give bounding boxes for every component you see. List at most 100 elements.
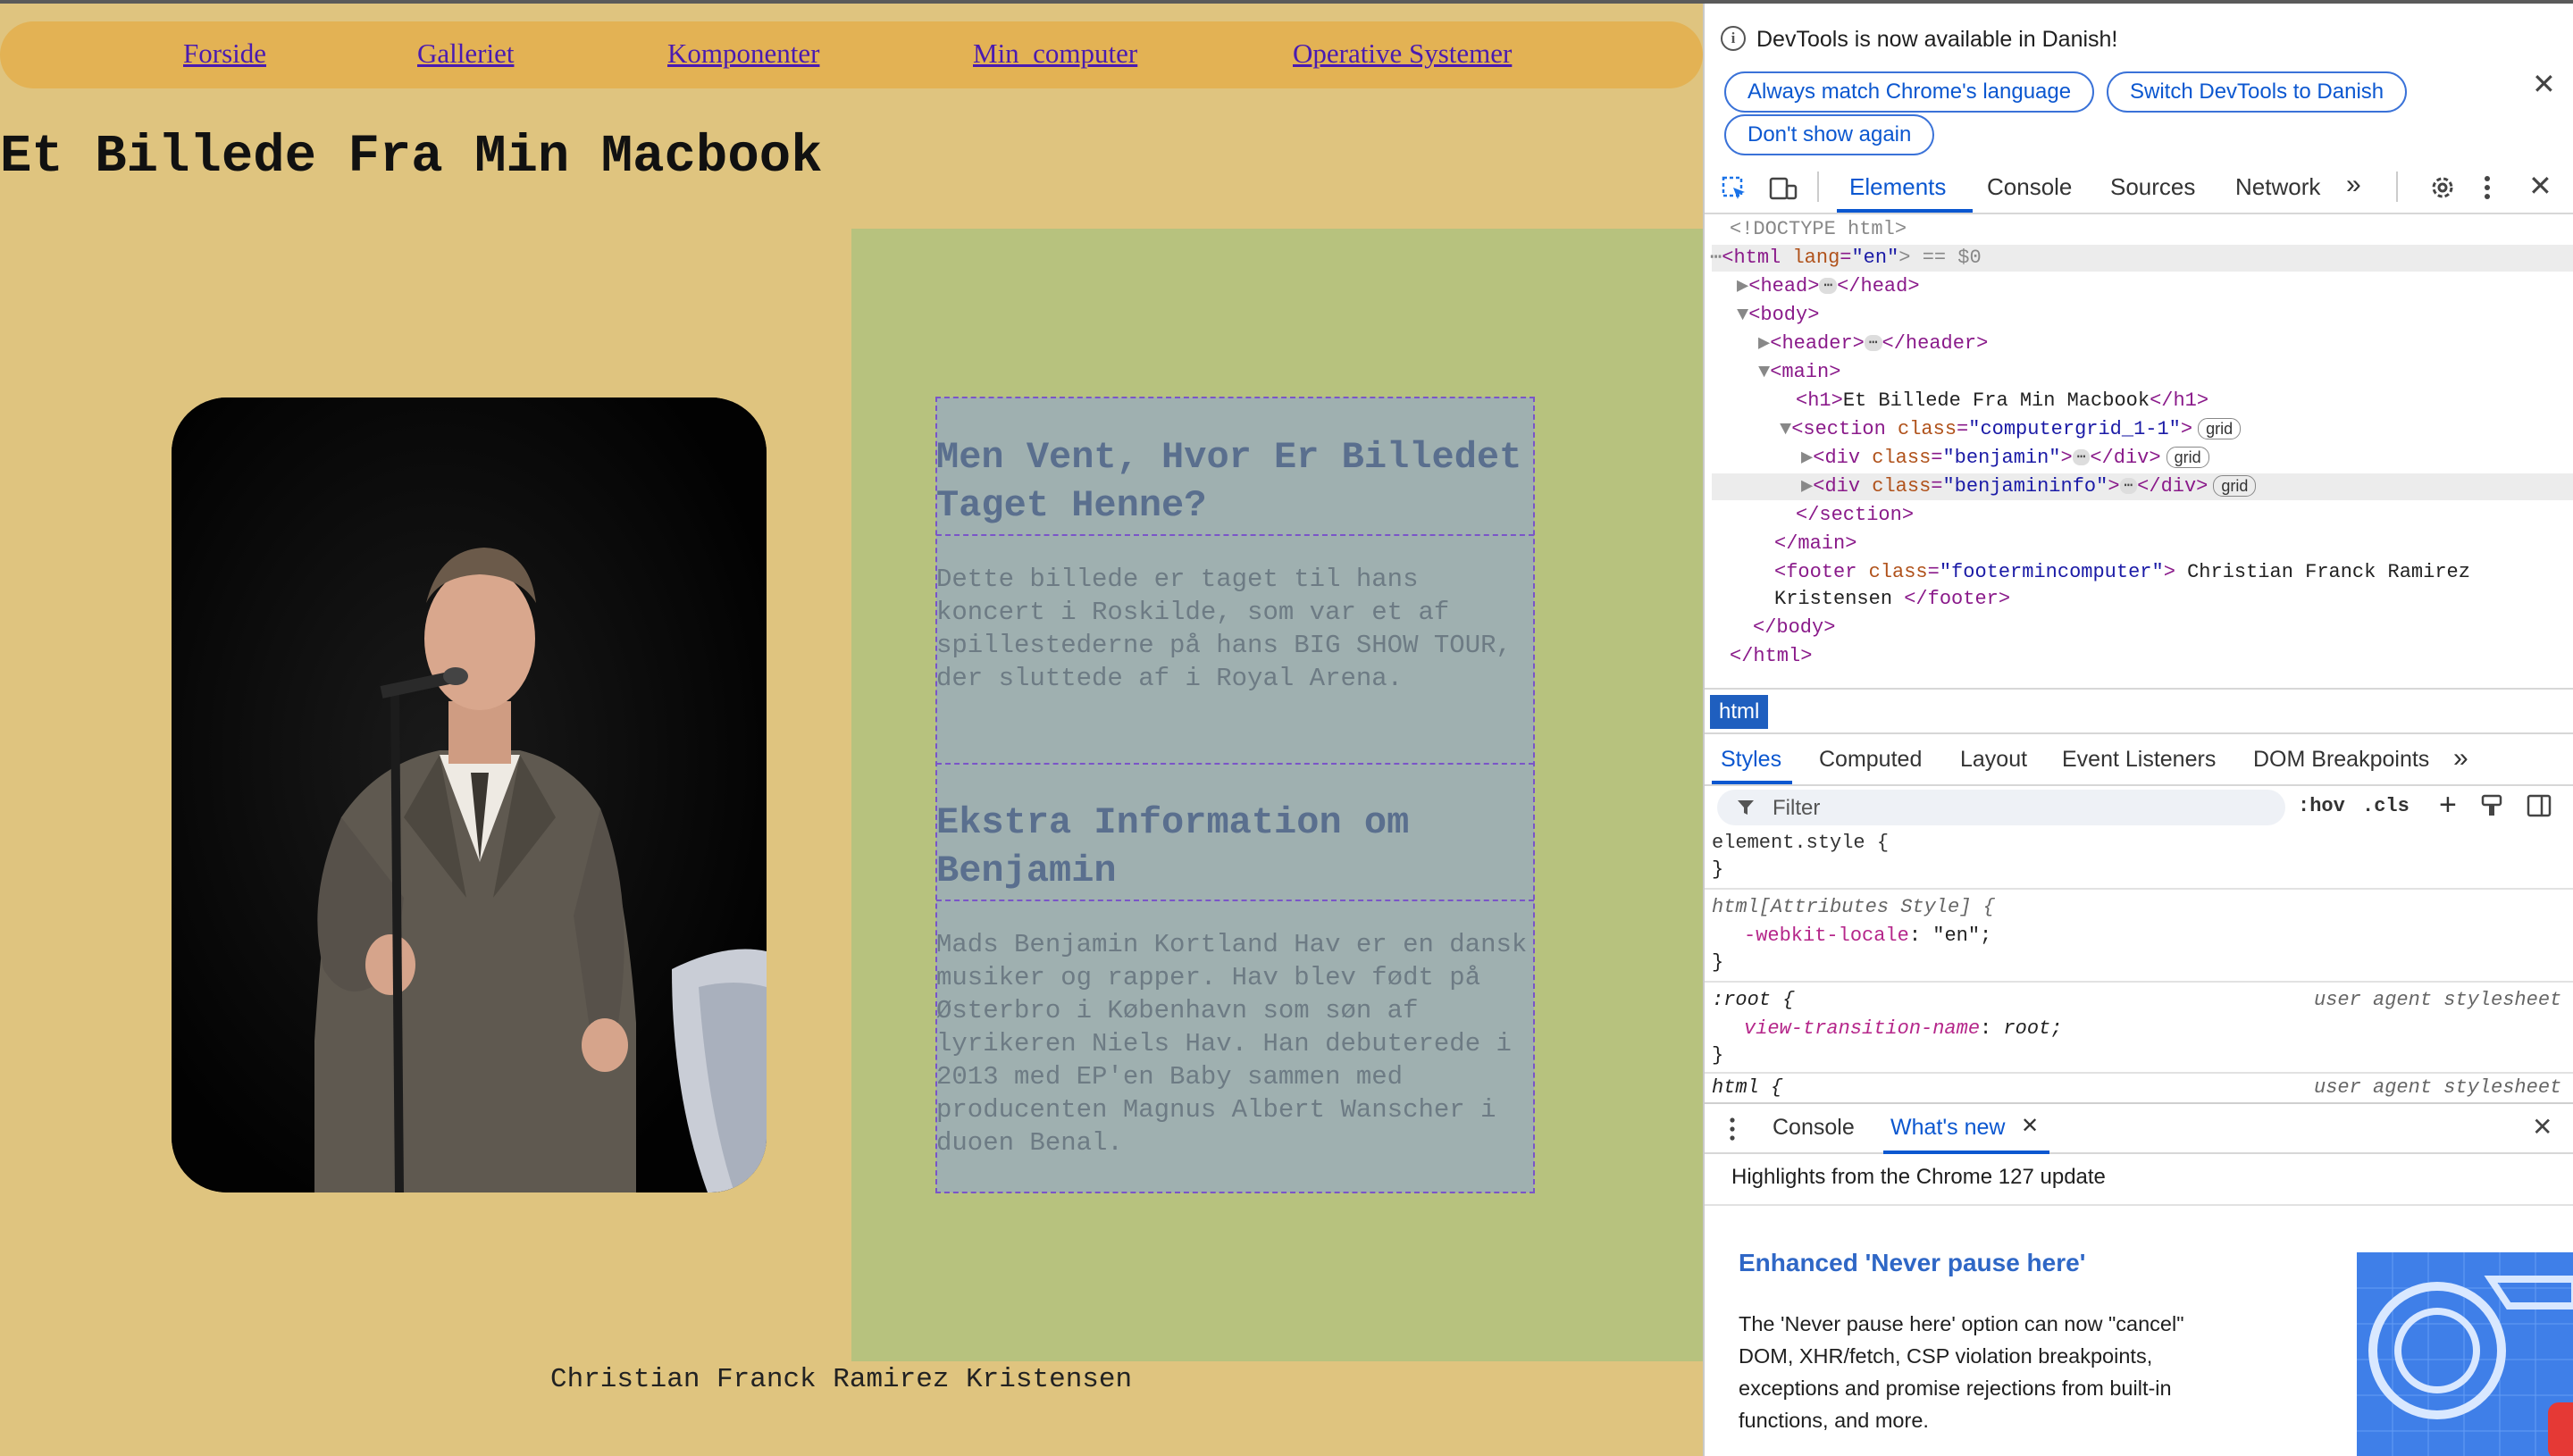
tab-styles[interactable]: Styles — [1721, 747, 1781, 773]
feature-title[interactable]: Enhanced 'Never pause here' — [1739, 1249, 2085, 1277]
info-heading-1: Men Vent, Hvor Er Billedet Taget Henne? — [936, 436, 1522, 527]
whats-new-divider — [1705, 1204, 2573, 1206]
info-paragraph-1: Dette billede er taget til hans koncert … — [936, 565, 1512, 693]
dom-main-close[interactable]: </main> — [1774, 531, 1856, 557]
tab-elements[interactable]: Elements — [1849, 173, 1946, 201]
nav-link-min-computer[interactable]: Min_computer — [973, 38, 1137, 70]
info-para-block-1: Dette billede er taget til hans koncert … — [936, 536, 1534, 765]
settings-gear-icon[interactable] — [2428, 173, 2457, 202]
switch-to-danish-button[interactable]: Switch DevTools to Danish — [2107, 71, 2408, 113]
info-heading-2: Ekstra Information om Benjamin — [936, 801, 1410, 892]
rule-close-brace: } — [1712, 858, 1724, 881]
dom-html-close[interactable]: </html> — [1730, 643, 1812, 670]
tab-event-listeners[interactable]: Event Listeners — [2062, 747, 2216, 773]
devtools-main-tabs: Elements Console Sources Network » ✕ — [1705, 161, 2573, 214]
always-match-language-button[interactable]: Always match Chrome's language — [1724, 71, 2095, 113]
dom-header-node[interactable]: ▶<header> ⋯ </header> — [1758, 331, 1988, 357]
dom-head-node[interactable]: ▶<head> ⋯ </head> — [1737, 273, 1920, 300]
more-style-tabs-chevron-icon[interactable]: » — [2453, 743, 2468, 774]
nav-link-operative-systemer[interactable]: Operative Systemer — [1293, 38, 1512, 70]
class-toggle[interactable]: .cls — [2362, 795, 2410, 817]
more-tabs-chevron-icon[interactable]: » — [2346, 170, 2361, 200]
nav-link-komponenter[interactable]: Komponenter — [667, 38, 819, 70]
tab-console[interactable]: Console — [1987, 173, 2072, 201]
feature-description: The 'Never pause here' option can now "c… — [1739, 1312, 2184, 1432]
feature-illustration — [2357, 1252, 2573, 1456]
new-style-rule-icon[interactable]: + — [2439, 788, 2457, 823]
close-infobar-icon[interactable]: ✕ — [2532, 70, 2556, 98]
dom-footer-node[interactable]: <footer class="footermincomputer"> Chris… — [1774, 559, 2470, 586]
grid-badge[interactable]: grid — [2213, 475, 2257, 498]
breadcrumb: html — [1705, 688, 2573, 734]
paint-brush-icon[interactable] — [2480, 793, 2503, 818]
toolbar-divider-2 — [2396, 172, 2398, 202]
nav-bar: Forside Galleriet Komponenter Min_comput… — [0, 21, 1703, 88]
dom-footer-text[interactable]: Kristensen </footer> — [1774, 586, 2010, 613]
ua-stylesheet-label: user agent stylesheet — [2314, 1076, 2562, 1099]
dom-h1-node[interactable]: <h1>Et Billede Fra Min Macbook</h1> — [1796, 388, 2208, 414]
infobar-message: DevTools is now available in Danish! — [1756, 27, 2118, 52]
dom-div-benjamininfo-node[interactable]: ▶<div class="benjamininfo"> ⋯ </div> grid — [1801, 473, 2257, 500]
benjamin-info-panel: Men Vent, Hvor Er Billedet Taget Henne? … — [935, 397, 1535, 1193]
active-style-tab-indicator — [1712, 781, 1792, 784]
info-heading-block-1: Men Vent, Hvor Er Billedet Taget Henne? — [936, 397, 1534, 536]
close-devtools-icon[interactable]: ✕ — [2528, 172, 2552, 200]
page-footer: Christian Franck Ramirez Kristensen — [550, 1364, 1133, 1395]
dom-body-node[interactable]: ▼<body> — [1737, 302, 1819, 329]
ua-stylesheet-label: user agent stylesheet — [2314, 989, 2562, 1011]
rule-root[interactable]: :root { — [1712, 986, 1794, 1015]
rule-separator — [1705, 981, 2573, 983]
prop-webkit-locale[interactable]: -webkit-locale: "en"; — [1744, 922, 1991, 950]
tab-layout[interactable]: Layout — [1960, 747, 2027, 773]
dom-section-node[interactable]: ▼<section class="computergrid_1-1"> grid — [1780, 416, 2242, 443]
close-drawer-icon[interactable]: ✕ — [2532, 1115, 2552, 1140]
singer-illustration — [172, 397, 767, 1192]
drawer-tab-console[interactable]: Console — [1773, 1115, 1855, 1141]
rule-close-brace: } — [1712, 1044, 1724, 1067]
inspect-element-icon[interactable] — [1721, 175, 1747, 202]
language-infobar: i DevTools is now available in Danish! A… — [1705, 4, 2573, 161]
dom-html-node[interactable]: ⋯<html lang="en"> == $0 — [1710, 245, 1982, 272]
device-toolbar-icon[interactable] — [1769, 175, 1798, 202]
grid-badge[interactable]: grid — [2166, 447, 2209, 469]
prop-view-transition-name[interactable]: view-transition-name: root; — [1744, 1015, 2062, 1043]
breadcrumb-html[interactable]: html — [1710, 695, 1769, 729]
info-paragraph-2: Mads Benjamin Kortland Hav er en dansk m… — [936, 930, 1528, 1158]
drawer-menu-icon[interactable] — [1728, 1117, 1737, 1142]
rule-close-brace: } — [1712, 951, 1724, 974]
toolbar-divider — [1817, 172, 1819, 202]
hover-state-toggle[interactable]: :hov — [2298, 795, 2345, 817]
whats-new-panel: Highlights from the Chrome 127 update En… — [1705, 1154, 2573, 1456]
tab-computed[interactable]: Computed — [1819, 747, 1922, 773]
drawer-tabs: Console What's new ✕ ✕ — [1705, 1102, 2573, 1154]
dom-section-close[interactable]: </section> — [1796, 502, 1914, 529]
rule-element-style[interactable]: element.style { — [1712, 829, 1889, 858]
styles-pane-tabs: Styles Computed Layout Event Listeners D… — [1705, 734, 2573, 786]
benjamin-photo — [172, 397, 767, 1192]
devtools-panel: i DevTools is now available in Danish! A… — [1703, 4, 2573, 1456]
styles-filter-input[interactable]: Filter — [1717, 790, 2285, 825]
toggle-sidebar-icon[interactable] — [2527, 793, 2552, 818]
nav-link-forside[interactable]: Forside — [183, 38, 266, 70]
grid-badge[interactable]: grid — [2198, 418, 2242, 440]
more-options-icon[interactable] — [2482, 173, 2493, 202]
page-title: Et Billede Fra Min Macbook — [0, 127, 823, 187]
tab-network[interactable]: Network — [2235, 173, 2320, 201]
rule-html[interactable]: html { — [1712, 1074, 1782, 1102]
filter-funnel-icon — [1738, 800, 1754, 815]
dont-show-again-button[interactable]: Don't show again — [1724, 114, 1935, 155]
dom-main-node[interactable]: ▼<main> — [1758, 359, 1840, 386]
tab-dom-breakpoints[interactable]: DOM Breakpoints — [2253, 747, 2429, 773]
rule-attributes-style[interactable]: html[Attributes Style] { — [1712, 893, 1995, 922]
drawer-tab-whats-new[interactable]: What's new — [1890, 1115, 2005, 1141]
info-para-block-2: Mads Benjamin Kortland Hav er en dansk m… — [936, 901, 1534, 1192]
tab-sources[interactable]: Sources — [2110, 173, 2195, 201]
dom-doctype[interactable]: <!DOCTYPE html> — [1730, 216, 1907, 243]
nav-link-galleriet[interactable]: Galleriet — [417, 38, 514, 70]
filter-placeholder: Filter — [1773, 796, 1821, 820]
rule-separator — [1705, 888, 2573, 890]
elements-dom-tree: <!DOCTYPE html> ⋯<html lang="en"> == $0 … — [1705, 214, 2573, 688]
dom-body-close[interactable]: </body> — [1753, 615, 1835, 641]
dom-div-benjamin-node[interactable]: ▶<div class="benjamin"> ⋯ </div> grid — [1801, 445, 2209, 472]
close-whats-new-tab-icon[interactable]: ✕ — [2021, 1113, 2039, 1139]
